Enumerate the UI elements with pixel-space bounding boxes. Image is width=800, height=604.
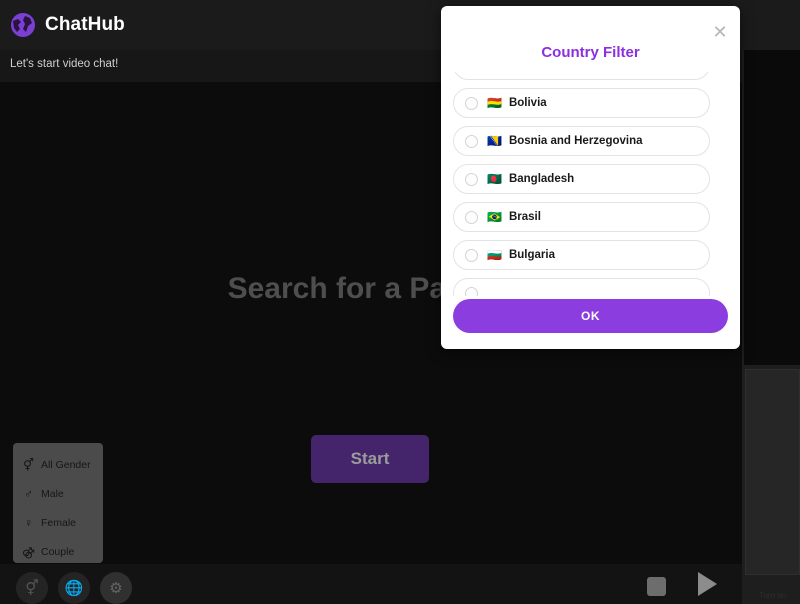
gender-option-label: All Gender bbox=[41, 458, 91, 471]
play-button[interactable] bbox=[690, 569, 724, 599]
modal-title: Country Filter bbox=[541, 44, 640, 61]
settings-tool-icon[interactable]: ⚙ bbox=[100, 572, 132, 604]
country-radio-button[interactable] bbox=[465, 172, 478, 186]
gender-option-label: Female bbox=[41, 516, 77, 529]
gear-icon: ⚙ bbox=[109, 580, 123, 597]
country-filter-modal: ✕ Country Filter 🇧🇴 Bolivia 🇧🇦 Bosnia and H… bbox=[441, 6, 740, 349]
country-list-item[interactable] bbox=[453, 72, 710, 80]
app-root: ChatHub Let's start video chat! Search f… bbox=[0, 0, 800, 604]
chat-message: Let's start video chat! bbox=[10, 58, 119, 70]
country-list-item[interactable]: 🇧🇬 Bulgaria bbox=[453, 240, 710, 270]
country-flag-icon: 🇧🇬 bbox=[487, 248, 502, 262]
play-icon bbox=[697, 572, 717, 596]
country-flag-icon: 🇧🇦 bbox=[487, 134, 502, 148]
gender-option-all-gender[interactable]: ⚥ All Gender bbox=[13, 450, 103, 479]
country-name-label: Brasil bbox=[508, 211, 541, 223]
country-radio-button[interactable] bbox=[465, 134, 478, 148]
country-list-item[interactable]: 🇧🇦 Bosnia and Herzegovina bbox=[453, 126, 710, 156]
gender-option-male[interactable]: ♂ Male bbox=[13, 479, 103, 508]
couple-icon: ⚣ bbox=[22, 544, 36, 559]
gender-option-female[interactable]: ♀ Female bbox=[13, 508, 103, 537]
gender-option-label: Couple bbox=[41, 545, 75, 558]
country-list-item[interactable]: 🇧🇩 Bangladesh bbox=[453, 164, 710, 194]
country-filter-tool-icon[interactable]: 🌐 bbox=[58, 572, 90, 604]
gender-filter-tool-icon[interactable]: ⚥ bbox=[16, 572, 48, 604]
country-list-item[interactable]: 🇧🇷 Brasil bbox=[453, 202, 710, 232]
gender-filter-panel: ⚥ All Gender ♂ Male ♀ Female ⚣ Couple bbox=[13, 443, 103, 563]
remote-video-panel bbox=[744, 40, 800, 365]
rail-caption: Turn on bbox=[758, 591, 787, 600]
country-list-item[interactable]: 🇧🇴 Bolivia bbox=[453, 88, 710, 118]
female-icon: ♀ bbox=[24, 515, 33, 530]
gender-option-couple[interactable]: ⚣ Couple bbox=[13, 537, 103, 566]
globe-icon bbox=[10, 12, 36, 38]
male-icon: ♂ bbox=[24, 486, 33, 501]
country-name-label: Bolivia bbox=[508, 97, 547, 109]
country-radio-button[interactable] bbox=[465, 248, 478, 262]
country-radio-button[interactable] bbox=[465, 286, 478, 296]
close-icon[interactable]: ✕ bbox=[710, 22, 730, 42]
all-gender-icon: ⚥ bbox=[25, 580, 39, 597]
country-flag-icon: 🇧🇴 bbox=[487, 96, 502, 110]
country-name-label: Bulgaria bbox=[508, 249, 555, 261]
globe-tool-icon: 🌐 bbox=[64, 580, 84, 597]
country-flag-icon: 🇧🇷 bbox=[487, 210, 502, 224]
ok-button[interactable]: OK bbox=[453, 299, 728, 333]
country-list-item[interactable] bbox=[453, 278, 710, 296]
gender-option-label: Male bbox=[41, 487, 64, 500]
country-name-label: Bosnia and Herzegovina bbox=[508, 135, 643, 147]
country-flag-icon: 🇧🇩 bbox=[487, 172, 502, 186]
country-list[interactable]: 🇧🇴 Bolivia 🇧🇦 Bosnia and Herzegovina 🇧🇩 Bangl… bbox=[453, 72, 728, 296]
brand-title: ChatHub bbox=[45, 14, 125, 35]
right-rail: Turn on bbox=[742, 0, 800, 604]
start-button[interactable]: Start bbox=[311, 435, 429, 483]
country-name-label: Bangladesh bbox=[508, 173, 575, 185]
local-preview-panel[interactable] bbox=[745, 369, 800, 575]
stop-button[interactable] bbox=[639, 571, 673, 601]
all-gender-icon: ⚥ bbox=[23, 457, 34, 472]
stop-icon bbox=[646, 576, 666, 596]
country-radio-button[interactable] bbox=[465, 96, 478, 110]
country-radio-button[interactable] bbox=[465, 210, 478, 224]
